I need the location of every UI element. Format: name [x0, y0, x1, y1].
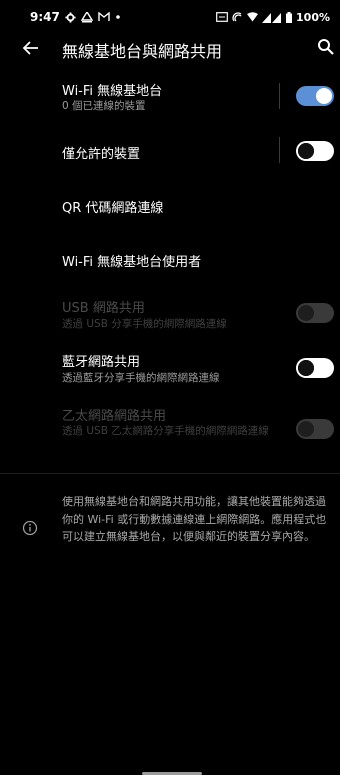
setting-hotspot-users-title: Wi-Fi 無線基地台使用者	[62, 255, 202, 270]
search-button[interactable]	[317, 38, 335, 56]
wifi-icon	[247, 12, 259, 22]
setting-ethernet-tethering: 乙太網路網路共用 透過 USB 乙太網路分享手機的網際網路連線	[0, 402, 340, 457]
signal-icon	[262, 12, 282, 23]
wifi-hotspot-toggle[interactable]	[296, 86, 334, 106]
nfc-icon	[232, 11, 243, 23]
setting-qr-code[interactable]: QR 代碼網路連線	[0, 185, 340, 225]
battery-icon	[286, 11, 293, 23]
page-title: 無線基地台與網路共用	[62, 42, 223, 61]
info-description: 使用無線基地台和網路共用功能，讓其他裝置能夠透過你的 Wi-Fi 或行動數據連線…	[62, 495, 327, 543]
setting-bluetooth-tethering-subtitle: 透過藍牙分享手機的網際網路連線	[62, 372, 220, 384]
cast-icon	[216, 12, 228, 22]
toggle-knob	[298, 143, 314, 159]
screen: 9:47 100% 無線基地台與網路共用 Wi-Fi 無線基地台 0 個已連線的…	[0, 0, 340, 775]
ethernet-tethering-toggle	[296, 419, 334, 439]
toggle-knob	[298, 305, 314, 321]
setting-hotspot-users[interactable]: Wi-Fi 無線基地台使用者	[0, 238, 340, 278]
setting-wifi-hotspot[interactable]: Wi-Fi 無線基地台 0 個已連線的裝置	[0, 75, 340, 120]
setting-allowed-devices-title: 僅允許的裝置	[62, 147, 141, 162]
toggle-knob	[298, 421, 314, 437]
dot-icon	[115, 14, 121, 20]
search-icon	[318, 39, 334, 55]
vpn-icon	[80, 11, 93, 23]
setting-bluetooth-tethering-title: 藍牙網路共用	[62, 355, 141, 370]
section-divider	[0, 473, 340, 474]
status-time: 9:47	[30, 10, 60, 24]
toggle-knob	[298, 360, 314, 376]
gear-icon	[65, 11, 76, 23]
setting-qr-code-title: QR 代碼網路連線	[62, 201, 164, 216]
battery-percent: 100%	[296, 10, 330, 24]
setting-usb-tethering-subtitle: 透過 USB 分享手機的網際網路連線	[62, 318, 227, 330]
setting-wifi-hotspot-title: Wi-Fi 無線基地台	[62, 84, 163, 99]
info-icon	[22, 520, 38, 536]
bluetooth-tethering-toggle[interactable]	[296, 358, 334, 378]
status-bar-right: 100%	[216, 11, 330, 24]
setting-ethernet-tethering-subtitle: 透過 USB 乙太網路分享手機的網際網路連線	[62, 425, 269, 437]
setting-wifi-hotspot-subtitle: 0 個已連線的裝置	[62, 100, 146, 112]
app-bar: 無線基地台與網路共用	[0, 30, 340, 66]
setting-usb-tethering-title: USB 網路共用	[62, 301, 145, 316]
toggle-knob	[316, 88, 332, 104]
arrow-left-icon	[22, 41, 38, 55]
mail-icon	[98, 12, 110, 22]
setting-allowed-devices[interactable]: 僅允許的裝置	[0, 130, 340, 170]
usb-tethering-toggle	[296, 303, 334, 323]
setting-usb-tethering: USB 網路共用 透過 USB 分享手機的網際網路連線	[0, 293, 340, 338]
status-bar-left: 9:47	[30, 10, 121, 24]
divider	[279, 137, 280, 163]
back-button[interactable]	[20, 37, 42, 59]
divider	[279, 83, 280, 109]
setting-bluetooth-tethering[interactable]: 藍牙網路共用 透過藍牙分享手機的網際網路連線	[0, 347, 340, 392]
setting-ethernet-tethering-title: 乙太網路網路共用	[62, 409, 167, 424]
status-bar: 9:47 100%	[0, 0, 340, 34]
allowed-devices-toggle[interactable]	[296, 141, 334, 161]
